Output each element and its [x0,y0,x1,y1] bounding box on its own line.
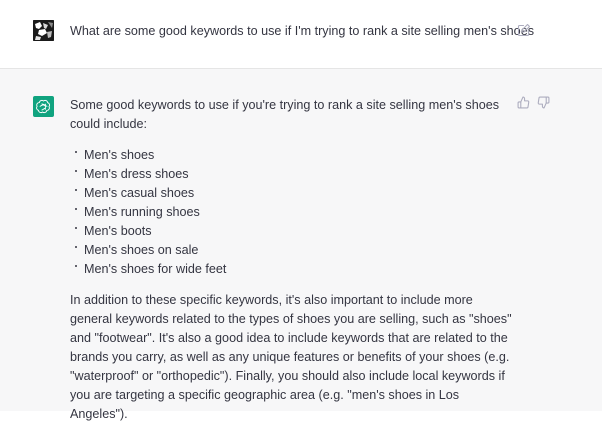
bullet [75,151,77,153]
keyword-text: Men's dress shoes [84,167,189,181]
user-avatar [33,20,54,41]
bullet [75,208,77,210]
bullet [75,189,77,191]
list-item: Men's casual shoes [70,184,515,203]
openai-logo-icon [33,96,54,117]
thumbs-up-icon[interactable] [517,96,530,109]
user-avatar-image [33,20,54,41]
bullet [75,265,77,267]
list-item: Men's running shoes [70,203,515,222]
user-message-row: What are some good keywords to use if I'… [0,0,602,69]
list-item: Men's boots [70,222,515,241]
list-item: Men's shoes on sale [70,241,515,260]
bullet [75,246,77,248]
list-item: Men's dress shoes [70,165,515,184]
bullet [75,170,77,172]
bullet [75,227,77,229]
keyword-text: Men's shoes for wide feet [84,262,227,276]
thumbs-down-icon[interactable] [537,96,550,109]
assistant-paragraph: In addition to these specific keywords, … [70,293,512,421]
user-message-text: What are some good keywords to use if I'… [70,24,534,38]
edit-icon[interactable] [517,23,531,37]
keyword-text: Men's running shoes [84,205,200,219]
assistant-message-row: Some good keywords to use if you're tryi… [0,69,602,421]
list-item: Men's shoes [70,146,515,165]
keyword-list: Men's shoes Men's dress shoes Men's casu… [70,146,515,279]
keyword-text: Men's shoes on sale [84,243,199,257]
keyword-text: Men's boots [84,224,152,238]
assistant-intro: Some good keywords to use if you're tryi… [70,98,500,131]
assistant-message-content: Some good keywords to use if you're tryi… [70,96,515,424]
list-item: Men's shoes for wide feet [70,260,515,279]
keyword-text: Men's shoes [84,148,155,162]
keyword-text: Men's casual shoes [84,186,195,200]
